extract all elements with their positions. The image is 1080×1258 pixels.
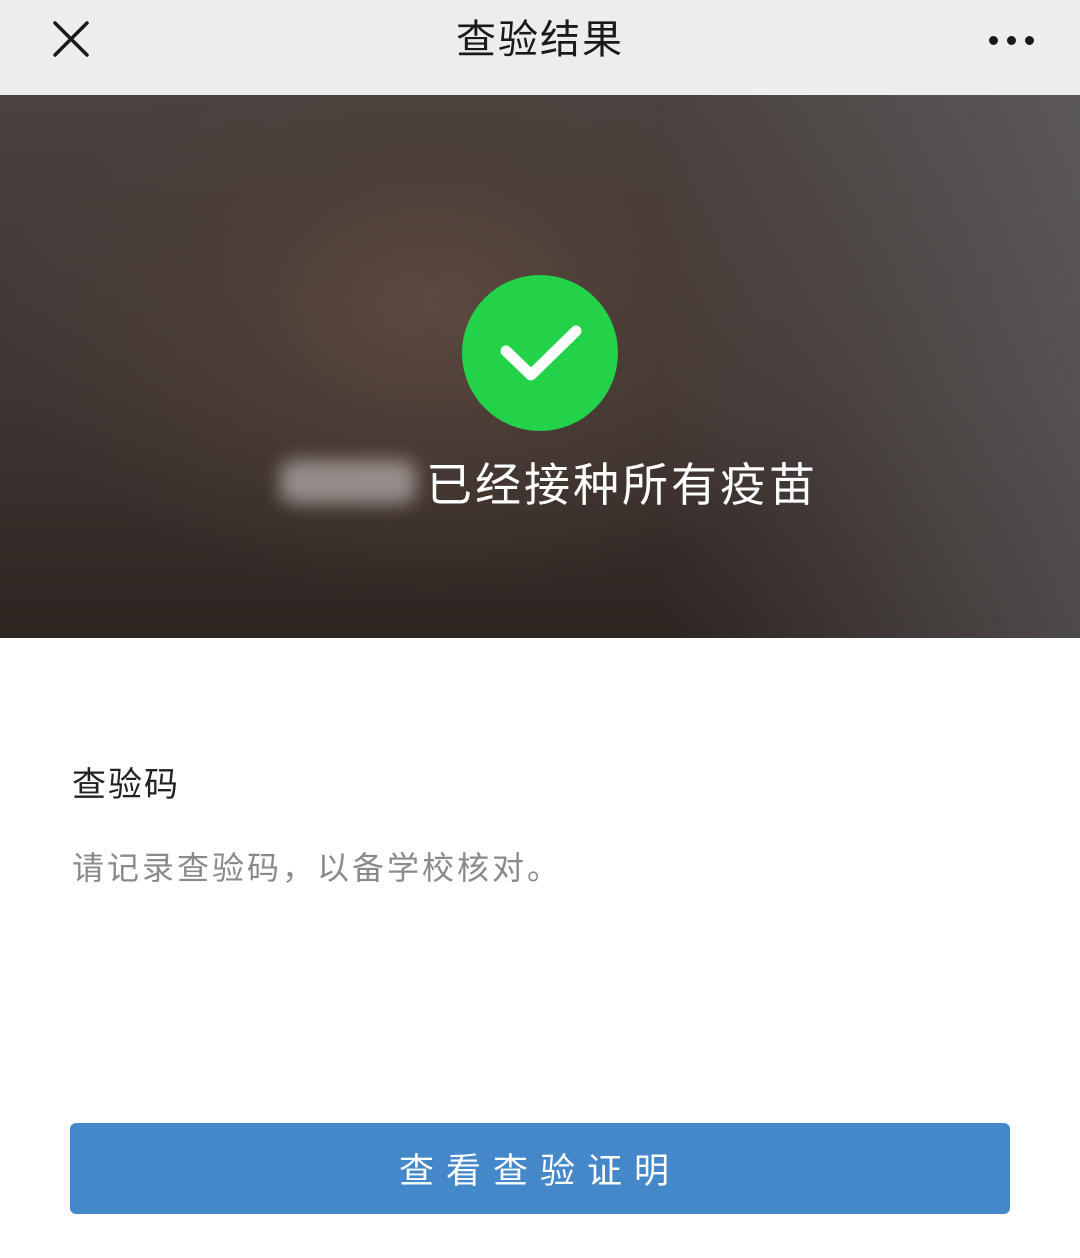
more-dot [1024,35,1034,45]
blurred-name [280,460,416,504]
view-certificate-button[interactable]: 查看查验证明 [70,1123,1010,1214]
vaccination-status: 已经接种所有疫苗 [280,452,818,512]
result-banner: 已经接种所有疫苗 [0,95,1080,638]
page-title: 查验结果 [456,17,624,63]
status-text: 已经接种所有疫苗 [426,458,818,512]
verification-code-hint: 请记录查验码，以备学校核对。 [72,849,563,887]
verification-code-label: 查验码 [72,765,180,805]
navigation-bar: 查验结果 [0,0,1080,95]
more-dots-icon [988,35,998,45]
checkmark-icon [500,325,582,381]
success-badge [462,275,618,431]
more-dot [1006,35,1016,45]
more-options-button[interactable] [976,22,1046,58]
